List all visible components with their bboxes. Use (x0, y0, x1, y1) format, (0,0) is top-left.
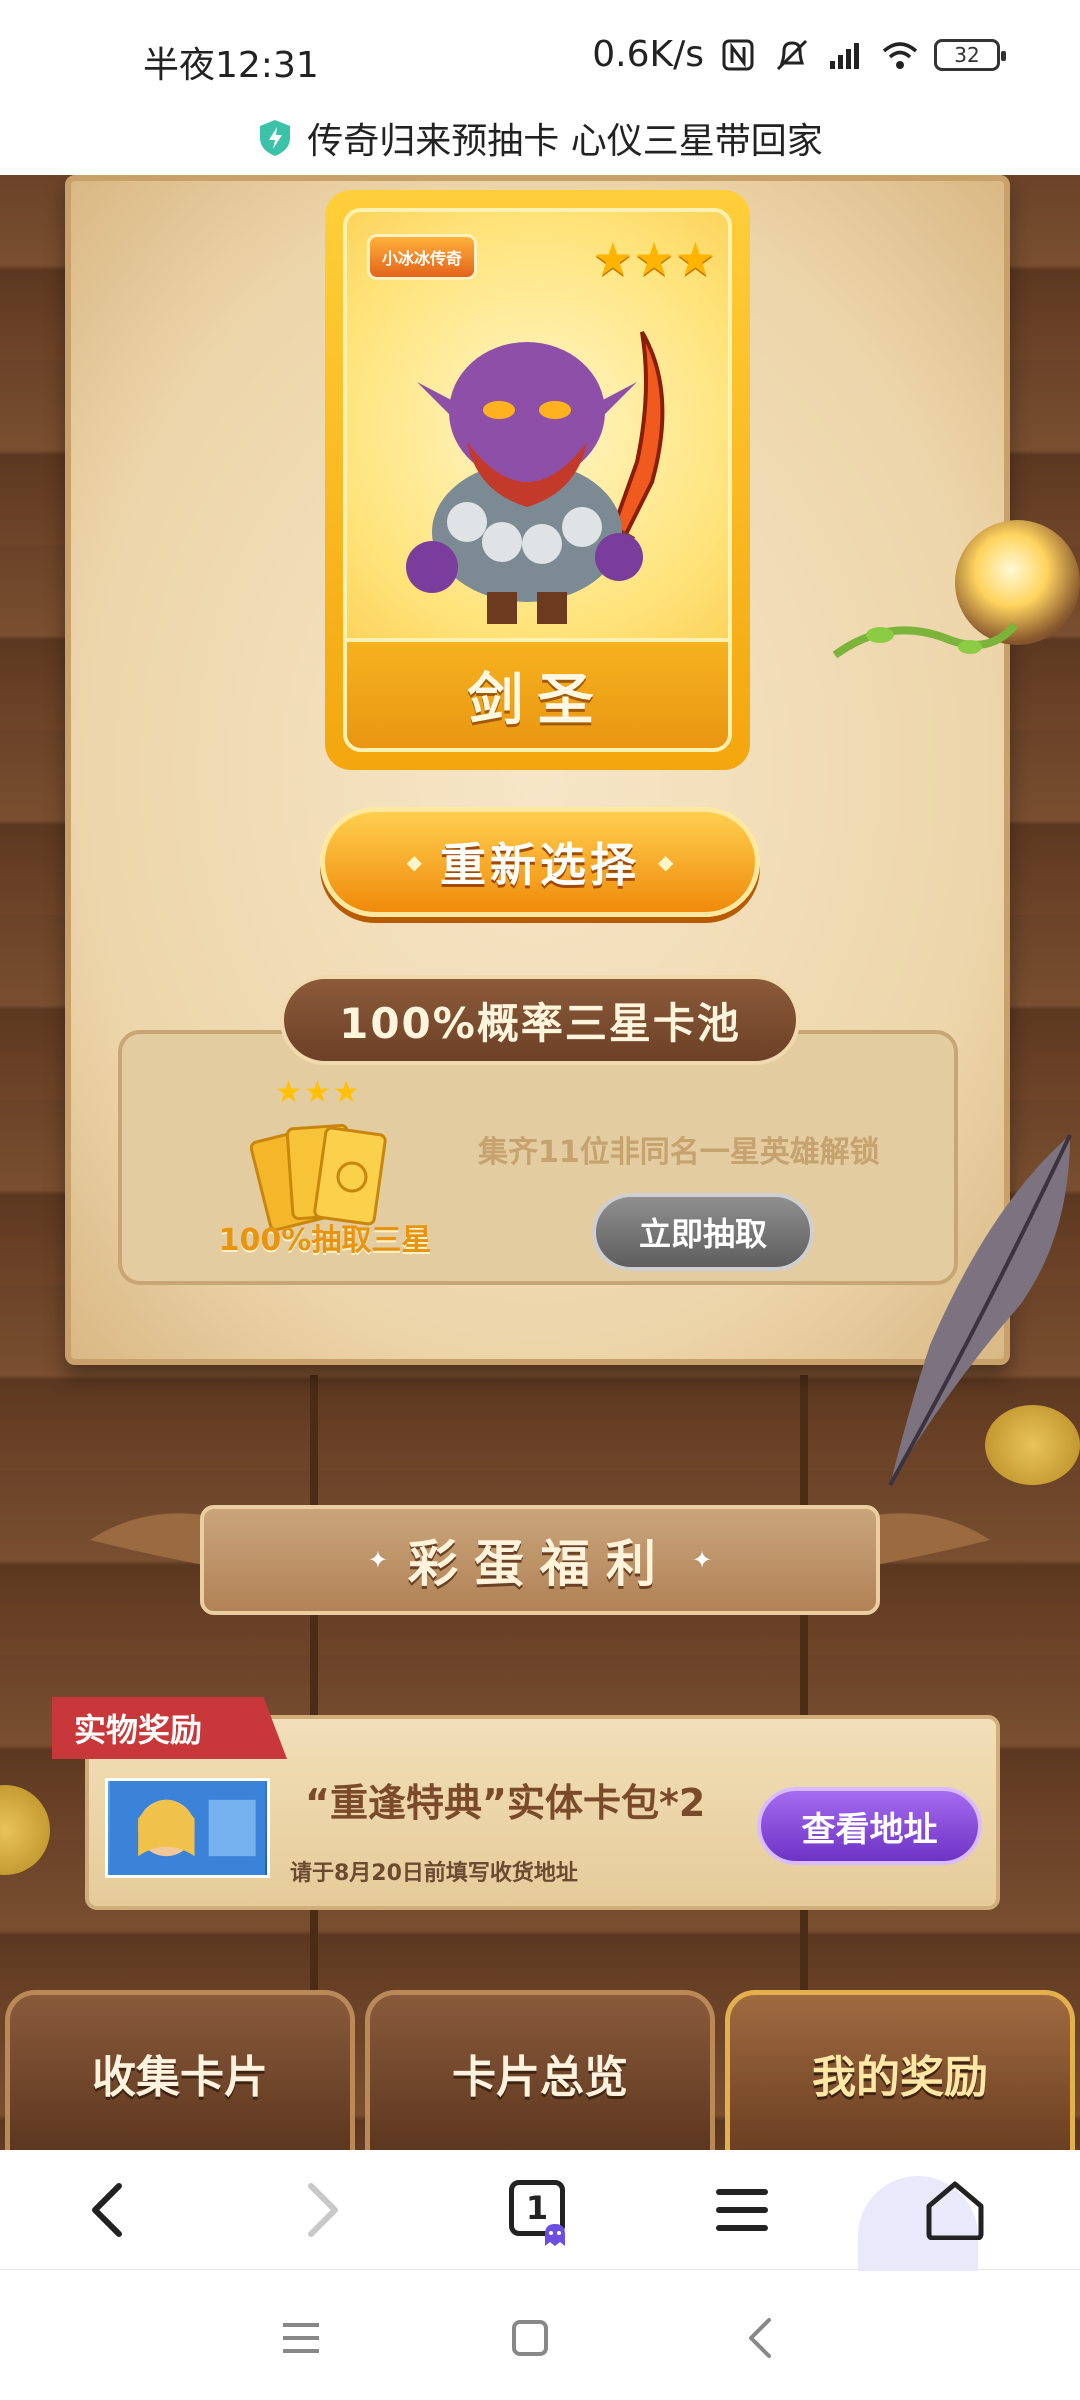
system-navigation-bar (0, 2271, 1080, 2400)
hero-name-band: 剑圣 (347, 638, 728, 748)
forward-button[interactable] (288, 2175, 358, 2245)
card-pool-preview: ★★★ 100%抽取三星 (190, 1075, 450, 1275)
tab-collect-cards[interactable]: 收集卡片 (5, 1990, 355, 2150)
menu-button[interactable] (707, 2175, 777, 2245)
card-pool-title-bar: 100%概率三星卡池 (280, 975, 800, 1065)
hamburger-menu-icon (716, 2189, 768, 2231)
hero-card[interactable]: 小冰冰传奇 ★★★ 剑圣 (325, 190, 750, 770)
status-time: 半夜12:31 (143, 45, 319, 86)
game-logo: 小冰冰传奇 (367, 234, 477, 280)
tab-label: 我的奖励 (812, 2051, 988, 2103)
view-address-button-label: 查看地址 (801, 1809, 938, 1850)
hero-portrait (406, 330, 665, 624)
nfc-icon (722, 39, 754, 70)
chevron-left-icon (92, 2183, 122, 2237)
tab-my-rewards[interactable]: 我的奖励 (725, 1990, 1075, 2150)
pool-star-rating: ★★★ (275, 1075, 362, 1110)
hero-name: 剑圣 (467, 667, 608, 733)
card-pack-thumbnail (105, 1778, 270, 1878)
system-back-button[interactable] (735, 2313, 785, 2363)
hero-star-rating: ★★★ (592, 232, 716, 286)
draw-now-button[interactable]: 立即抽取 (592, 1193, 814, 1271)
tab-card-overview[interactable]: 卡片总览 (365, 1990, 715, 2150)
sparkle-icon: ✦ (367, 1546, 388, 1574)
game-tab-bar: 收集卡片 卡片总览 我的奖励 (0, 1990, 1080, 2150)
battery-icon: 32 (934, 38, 1006, 71)
coin-decoration (0, 1785, 50, 1875)
system-recents-button[interactable] (276, 2313, 326, 2363)
physical-reward-title: “重逢特典”实体卡包*2 (305, 1781, 706, 1825)
network-speed: 0.6K/s (592, 34, 704, 75)
chevron-right-icon (308, 2183, 338, 2237)
pool-guarantee-label: 100%抽取三星 (218, 1223, 432, 1258)
tab-label: 卡片总览 (452, 2051, 628, 2103)
easter-egg-title: 彩蛋福利 (408, 1535, 672, 1593)
view-address-button[interactable]: 查看地址 (757, 1787, 982, 1865)
reselect-button-label: 重新选择 (440, 838, 640, 892)
vine-decoration (832, 622, 1019, 659)
mute-bell-icon (776, 39, 808, 70)
page-title: 传奇归来预抽卡 心仪三星带回家 (307, 120, 823, 162)
system-home-button[interactable] (505, 2313, 555, 2363)
easter-egg-banner: ✦ 彩蛋福利 ✦ (200, 1505, 880, 1615)
security-shield-icon (260, 119, 291, 156)
sparkle-icon: ✦ (692, 1546, 713, 1574)
square-home-icon (512, 2320, 548, 2356)
back-triangle-icon (749, 2318, 771, 2358)
physical-reward-tag-label: 实物奖励 (74, 1711, 203, 1749)
hero-card-inner: 小冰冰传奇 ★★★ 剑圣 (343, 208, 732, 752)
physical-reward-deadline-note: 请于8月20日前填写收货地址 (290, 1861, 578, 1886)
card-pool-title: 100%概率三星卡池 (339, 998, 741, 1048)
home-button[interactable] (920, 2175, 990, 2245)
game-canvas: 小冰冰传奇 ★★★ 剑圣 ◆ 重新选择 ◆ 100%概率三星卡池 ★★★ 100… (0, 175, 1080, 2150)
reselect-button[interactable]: ◆ 重新选择 ◆ (320, 807, 760, 917)
draw-now-button-label: 立即抽取 (638, 1215, 767, 1253)
home-icon (926, 2181, 984, 2240)
diamond-ornament-icon: ◆ (658, 850, 674, 874)
signal-icon (830, 42, 859, 69)
status-icons: 0.6K/s 32 (592, 34, 1006, 75)
back-button[interactable] (72, 2175, 142, 2245)
ghost-badge-icon (545, 2224, 565, 2246)
physical-reward-tag: 实物奖励 (52, 1697, 287, 1759)
pool-unlock-condition: 集齐11位非同名一星英雄解锁 (478, 1135, 880, 1170)
recents-menu-icon (283, 2323, 319, 2353)
coin-decoration (985, 1405, 1080, 1485)
page-title-bar: 传奇归来预抽卡 心仪三星带回家 (0, 100, 1080, 175)
tab-label: 收集卡片 (92, 2051, 268, 2103)
wifi-icon (882, 41, 918, 69)
diamond-ornament-icon: ◆ (406, 850, 422, 874)
